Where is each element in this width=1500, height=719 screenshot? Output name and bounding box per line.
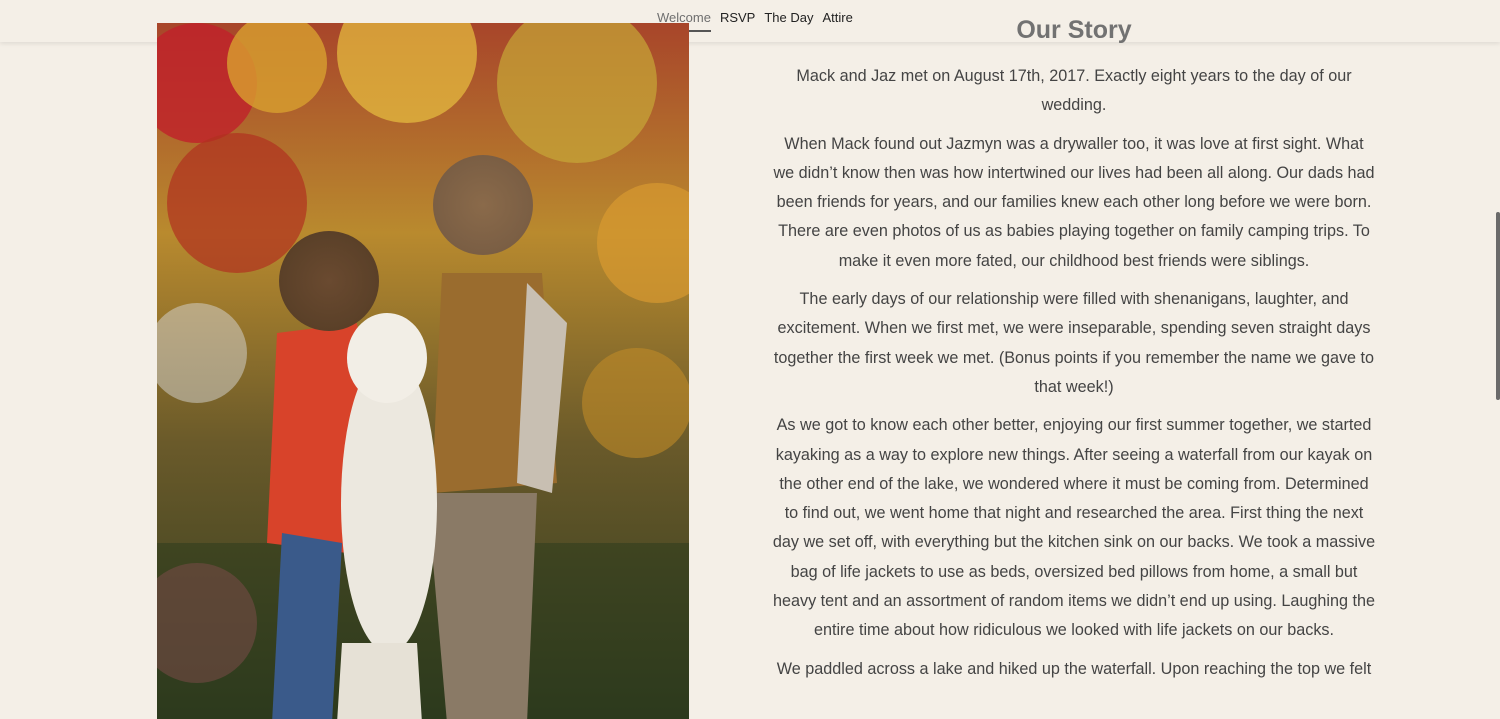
story-paragraph: As we got to know each other better, enj… (772, 416, 1376, 640)
couple-photo-illustration (157, 23, 689, 719)
story-paragraph: We paddled across a lake and hiked up th… (776, 659, 1372, 678)
story-text: Mack and Jaz met on August 17th, 2017. E… (772, 62, 1376, 693)
story-paragraph: Mack and Jaz met on August 17th, 2017. E… (796, 67, 1352, 115)
story-paragraph: When Mack found out Jazmyn was a drywall… (773, 134, 1375, 270)
story-paragraph: The early days of our relationship were … (773, 290, 1375, 396)
couple-photo (157, 23, 689, 719)
scrollbar-thumb[interactable] (1496, 212, 1500, 400)
page-title: Our Story (1016, 16, 1132, 44)
nav-rsvp[interactable]: RSVP (720, 10, 755, 32)
